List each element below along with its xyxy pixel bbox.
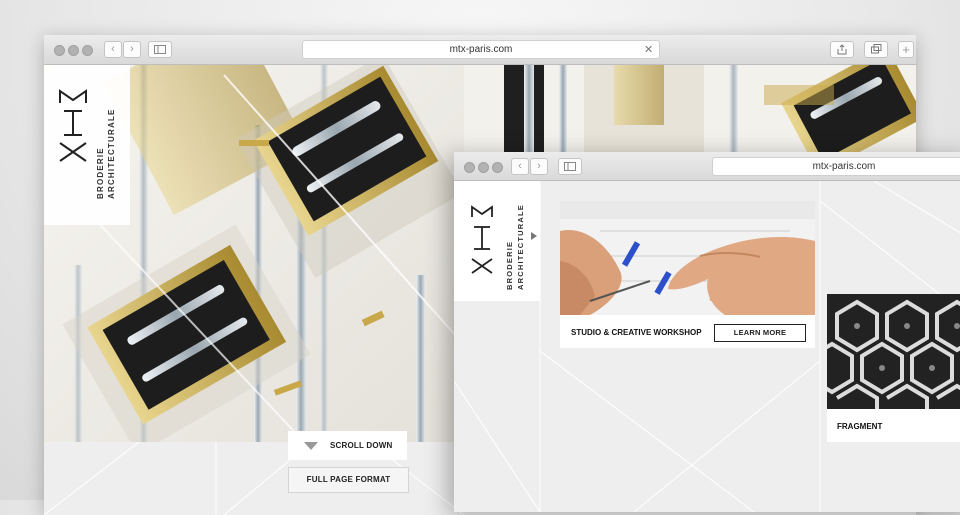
tabs-overview-icon[interactable] [864,41,888,58]
close-window-button[interactable] [54,45,65,56]
tagline: BRODERIE ARCHITECTURALE [95,79,117,199]
tagline-line-2: ARCHITECTURALE [516,204,525,290]
fragment-photo [827,294,960,409]
tagline-line-2: ARCHITECTURALE [107,108,116,199]
back-icon[interactable]: ‹ [104,41,122,58]
zoom-window-button[interactable] [492,162,503,173]
forward-icon[interactable]: › [530,158,548,175]
sidebar-icon[interactable] [558,158,582,175]
card-title: FRAGMENT [837,422,883,431]
page-content: BRODERIE ARCHITECTURALE STUDIO & CREATIV… [454,181,960,512]
full-page-format-label: FULL PAGE FORMAT [306,475,391,484]
close-window-button[interactable] [464,162,475,173]
mtx-logo[interactable] [470,203,494,275]
fragment-card[interactable]: FRAGMENT [827,294,960,442]
learn-more-button[interactable]: LEARN MORE [714,324,806,342]
share-icon[interactable] [830,41,854,58]
scroll-down-label: SCROLL DOWN [330,441,393,450]
minimize-window-button[interactable] [478,162,489,173]
scroll-down-button[interactable]: SCROLL DOWN [288,431,407,460]
zoom-window-button[interactable] [82,45,93,56]
workshop-photo [560,201,815,315]
minimize-window-button[interactable] [68,45,79,56]
browser-window-front: ‹ › mtx-paris.com BRODERIE ARCHITECTURAL… [454,152,960,512]
sidebar-icon[interactable] [148,41,172,58]
address-bar[interactable]: mtx-paris.com [302,40,660,59]
logo-panel: BRODERIE ARCHITECTURALE [44,65,130,225]
clear-url-icon[interactable]: ✕ [644,43,653,56]
menu-arrow-icon[interactable] [531,232,537,240]
tagline: BRODERIE ARCHITECTURALE [504,195,526,290]
tagline-line-1: BRODERIE [505,240,514,290]
triangle-down-icon [304,442,318,450]
mtx-logo[interactable] [58,87,88,162]
address-bar[interactable]: mtx-paris.com [712,157,960,176]
title-bar: ‹ › mtx-paris.com [454,152,960,181]
new-tab-icon[interactable]: + [898,41,914,58]
forward-icon[interactable]: › [123,41,141,58]
card-title: STUDIO & CREATIVE WORKSHOP [571,328,702,337]
back-icon[interactable]: ‹ [511,158,529,175]
full-page-format-button[interactable]: FULL PAGE FORMAT [288,467,409,493]
studio-workshop-card[interactable]: STUDIO & CREATIVE WORKSHOP LEARN MORE [560,201,815,348]
logo-panel: BRODERIE ARCHITECTURALE [454,181,540,301]
title-bar: ‹ › mtx-paris.com ✕ + [44,35,916,65]
tagline-line-1: BRODERIE [96,147,105,199]
